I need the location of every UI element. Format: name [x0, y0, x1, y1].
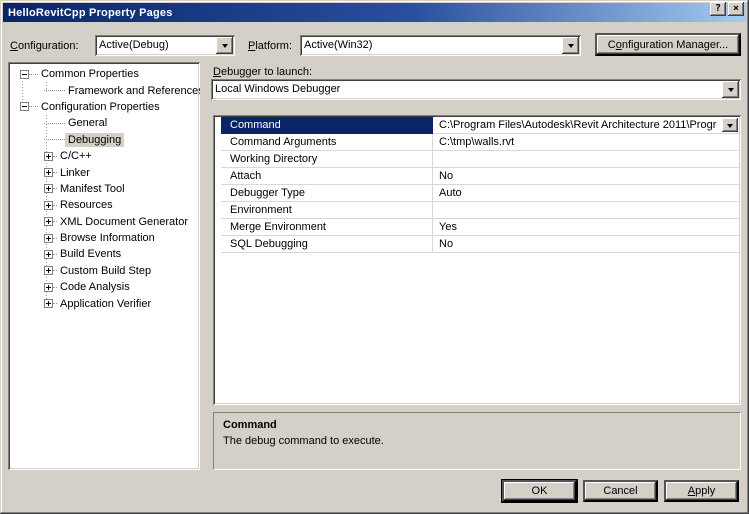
- description-title: Command: [223, 419, 731, 431]
- grid-row-command[interactable]: Command C:\Program Files\Autodesk\Revit …: [215, 117, 739, 134]
- dropdown-arrow-glyph: [728, 88, 734, 92]
- tree-item-c-cpp[interactable]: C/C++: [10, 148, 198, 164]
- tree-item-application-verifier[interactable]: Application Verifier: [10, 295, 198, 311]
- tree-item-code-analysis[interactable]: Code Analysis: [10, 279, 198, 295]
- tree-connector: [29, 106, 38, 107]
- tree-connector: [44, 123, 65, 124]
- tree-item-build-events[interactable]: Build Events: [10, 246, 198, 262]
- expander-plus-icon[interactable]: [44, 299, 53, 308]
- platform-dropdown[interactable]: Active(Win32): [300, 35, 581, 56]
- expander-plus-icon[interactable]: [44, 201, 53, 210]
- dropdown-arrow-glyph: [727, 124, 733, 128]
- tree-item-resources[interactable]: Resources: [10, 197, 198, 213]
- expander-plus-icon[interactable]: [44, 168, 53, 177]
- expander-plus-icon[interactable]: [44, 217, 53, 226]
- grid-row-attach[interactable]: Attach No: [215, 168, 739, 185]
- configuration-dropdown-value: Active(Debug): [99, 39, 213, 51]
- cancel-button[interactable]: Cancel: [583, 480, 658, 502]
- grid-row-command-arguments[interactable]: Command Arguments C:\tmp\walls.rvt: [215, 134, 739, 151]
- grid-row-environment[interactable]: Environment: [215, 202, 739, 219]
- tree-item-general[interactable]: General: [10, 115, 198, 131]
- property-value[interactable]: No: [433, 236, 739, 253]
- property-name[interactable]: Command: [221, 117, 433, 134]
- dropdown-arrow-glyph: [222, 44, 228, 48]
- ok-button[interactable]: OK: [502, 480, 577, 502]
- tree-item-debugging[interactable]: Debugging: [10, 132, 198, 148]
- expander-plus-icon[interactable]: [44, 266, 53, 275]
- grid-row-merge-environment[interactable]: Merge Environment Yes: [215, 219, 739, 236]
- description-text: The debug command to execute.: [223, 435, 731, 447]
- expander-plus-icon[interactable]: [44, 250, 53, 259]
- tree-item-configuration-properties[interactable]: Configuration Properties: [10, 99, 198, 115]
- debugger-to-launch-dropdown[interactable]: Local Windows Debugger: [211, 79, 741, 100]
- property-value[interactable]: C:\tmp\walls.rvt: [433, 134, 739, 151]
- tree-item-common-properties[interactable]: Common Properties: [10, 66, 198, 82]
- property-name[interactable]: SQL Debugging: [221, 236, 433, 253]
- property-value[interactable]: [433, 202, 739, 219]
- property-name[interactable]: Working Directory: [221, 151, 433, 168]
- configuration-dropdown[interactable]: Active(Debug): [95, 35, 235, 56]
- platform-label: Platform:: [248, 40, 292, 52]
- chevron-down-icon[interactable]: [562, 37, 579, 54]
- property-tree: Common Properties Framework and Referenc…: [8, 62, 200, 470]
- tree-connector: [29, 74, 38, 75]
- tree-connector: [44, 90, 65, 91]
- property-name[interactable]: Merge Environment: [221, 219, 433, 236]
- property-pages-dialog: HelloRevitCpp Property Pages ? × Configu…: [0, 0, 749, 514]
- property-value[interactable]: No: [433, 168, 739, 185]
- expander-plus-icon[interactable]: [44, 184, 53, 193]
- tree-connector: [44, 139, 65, 140]
- property-name[interactable]: Command Arguments: [221, 134, 433, 151]
- grid-row-working-directory[interactable]: Working Directory: [215, 151, 739, 168]
- expander-plus-icon[interactable]: [44, 234, 53, 243]
- tree-item-manifest-tool[interactable]: Manifest Tool: [10, 181, 198, 197]
- expander-plus-icon[interactable]: [44, 283, 53, 292]
- tree-item-custom-build-step[interactable]: Custom Build Step: [10, 263, 198, 279]
- property-description-panel: Command The debug command to execute.: [213, 412, 741, 470]
- window-title: HelloRevitCpp Property Pages: [8, 7, 173, 19]
- grid-row-debugger-type[interactable]: Debugger Type Auto: [215, 185, 739, 202]
- property-value[interactable]: Auto: [433, 185, 739, 202]
- debugger-to-launch-label: Debugger to launch:: [213, 66, 312, 78]
- property-value[interactable]: C:\Program Files\Autodesk\Revit Architec…: [433, 117, 739, 134]
- title-bar[interactable]: HelloRevitCpp Property Pages: [3, 3, 746, 22]
- tree-item-xml-document-generator[interactable]: XML Document Generator: [10, 214, 198, 230]
- dropdown-arrow-glyph: [568, 44, 574, 48]
- property-grid: Command C:\Program Files\Autodesk\Revit …: [213, 115, 741, 405]
- tree-item-browse-information[interactable]: Browse Information: [10, 230, 198, 246]
- property-value[interactable]: Yes: [433, 219, 739, 236]
- chevron-down-icon[interactable]: [216, 37, 233, 54]
- chevron-down-icon[interactable]: [722, 81, 739, 98]
- expander-plus-icon[interactable]: [44, 152, 53, 161]
- configuration-label: Configuration:: [10, 40, 79, 52]
- property-name[interactable]: Debugger Type: [221, 185, 433, 202]
- tree-item-framework-and-references[interactable]: Framework and References: [10, 82, 198, 98]
- property-value[interactable]: [433, 151, 739, 168]
- help-icon[interactable]: ?: [710, 2, 726, 16]
- property-name[interactable]: Attach: [221, 168, 433, 185]
- debugger-to-launch-value: Local Windows Debugger: [215, 83, 719, 95]
- expander-minus-icon[interactable]: [20, 102, 29, 111]
- platform-dropdown-value: Active(Win32): [304, 39, 559, 51]
- close-icon[interactable]: ×: [728, 2, 744, 16]
- configuration-manager-button[interactable]: Configuration Manager...: [595, 33, 741, 56]
- property-name[interactable]: Environment: [221, 202, 433, 219]
- grid-row-sql-debugging[interactable]: SQL Debugging No: [215, 236, 739, 253]
- expander-minus-icon[interactable]: [20, 70, 29, 79]
- apply-button[interactable]: Apply: [664, 480, 739, 502]
- tree-item-linker[interactable]: Linker: [10, 164, 198, 180]
- chevron-down-icon[interactable]: [722, 118, 738, 132]
